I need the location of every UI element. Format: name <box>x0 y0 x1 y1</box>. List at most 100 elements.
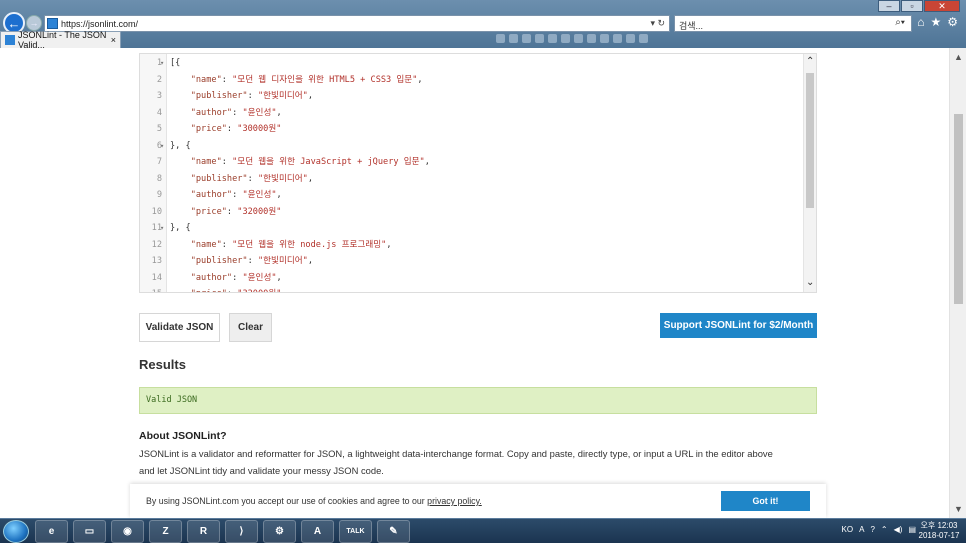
results-status: Valid JSON <box>139 387 817 414</box>
privacy-policy-link[interactable]: privacy policy. <box>427 496 482 506</box>
code-line[interactable]: 3 "publisher": "한빛미디어", <box>140 88 800 105</box>
json-punct: , <box>276 190 282 200</box>
minimize-icon[interactable]: – <box>878 0 900 12</box>
toolbar-icon[interactable] <box>548 33 557 43</box>
scroll-up-icon[interactable]: ⌃ <box>806 56 814 67</box>
ie-icon[interactable]: e <box>35 520 68 543</box>
code-line[interactable]: 9 "author": "윤인성", <box>140 187 800 204</box>
page-scroll-up-icon[interactable]: ▲ <box>954 52 963 62</box>
got-it-button[interactable]: Got it! <box>721 491 810 511</box>
fold-toggle-icon[interactable]: ▾ <box>160 138 164 155</box>
code-line[interactable]: 5 "price": "30000원" <box>140 121 800 138</box>
json-key: "publisher" <box>170 173 248 184</box>
toolbar-icon[interactable] <box>561 33 570 43</box>
code-line[interactable]: 8 "publisher": "한빛미디어", <box>140 171 800 188</box>
gear-icon[interactable]: ⚙ <box>947 15 958 29</box>
json-punct: : <box>232 272 243 283</box>
refresh-icon[interactable]: ▾ ↻ <box>650 18 665 29</box>
json-punct: , <box>276 272 282 283</box>
validate-json-button[interactable]: Validate JSON <box>139 313 220 342</box>
favorites-star-icon[interactable]: ★ <box>930 15 941 29</box>
json-key: "publisher" <box>170 91 248 101</box>
maximize-icon[interactable]: ▫ <box>901 0 923 12</box>
cookie-message: By using JSONLint.com you accept our use… <box>146 496 482 506</box>
paint-icon[interactable]: ✎ <box>377 520 410 543</box>
toolbar-icon[interactable] <box>613 33 622 43</box>
close-window-icon[interactable]: ✕ <box>924 0 960 12</box>
code-line[interactable]: 7 "name": "모던 웹을 위한 JavaScript + jQuery … <box>140 154 800 171</box>
browser-tab[interactable]: JSONLint - The JSON Valid... × <box>0 30 121 48</box>
page-scroll-thumb[interactable] <box>954 114 963 304</box>
code-line[interactable]: 1 ▾ [{ <box>140 55 800 72</box>
code-text: [{ <box>170 55 180 72</box>
tray-expand-icon[interactable]: ⌃ <box>881 525 888 534</box>
language-indicator[interactable]: KO <box>842 525 854 534</box>
toolbar-icon[interactable] <box>626 33 635 43</box>
home-icon[interactable]: ⌂ <box>917 15 924 29</box>
editor-scroll-thumb[interactable] <box>806 73 814 208</box>
toolbar-icon[interactable] <box>587 33 596 43</box>
forward-arrow-icon[interactable]: → <box>26 15 42 31</box>
code-text: "publisher": "한빛미디어", <box>170 88 313 105</box>
code-line[interactable]: 11 ▾}, { <box>140 220 800 237</box>
code-text: "author": "윤인성", <box>170 187 282 204</box>
json-editor[interactable]: 1 ▾[{2 "name": "모던 웹 디자인을 위한 HTML5 + CSS3… <box>139 53 817 293</box>
fold-toggle-icon[interactable]: ▾ <box>160 220 164 237</box>
code-line[interactable]: 2 "name": "모던 웹 디자인을 위한 HTML5 + CSS3 입문"… <box>140 72 800 89</box>
search-icon[interactable]: ⌕▾ <box>895 17 905 28</box>
acrobat-icon[interactable]: A <box>301 520 334 543</box>
page-scroll-down-icon[interactable]: ▼ <box>954 504 963 514</box>
code-line[interactable]: 14 "author": "윤인성", <box>140 270 800 287</box>
toolbar-icon[interactable] <box>535 33 544 43</box>
line-number: 12 <box>151 239 162 250</box>
scroll-down-icon[interactable]: ⌄ <box>806 277 814 288</box>
clock[interactable]: 오후 12:03 2018-07-17 <box>918 521 960 541</box>
editor-scrollbar[interactable]: ⌃ ⌄ <box>803 54 816 292</box>
filezilla-icon[interactable]: Z <box>149 520 182 543</box>
app-icon[interactable]: ⚙ <box>263 520 296 543</box>
json-key: "price" <box>170 124 227 134</box>
line-number: 7 <box>156 157 162 167</box>
code-line[interactable]: 15 "price": "32000원" <box>140 286 800 292</box>
toolbar-icon[interactable] <box>600 33 609 43</box>
code-line[interactable]: 12 "name": "모던 웹을 위한 node.js 프로그래밍", <box>140 237 800 254</box>
chrome-icon[interactable]: ◉ <box>111 520 144 543</box>
volume-icon[interactable]: ◀) <box>894 525 903 534</box>
toolbar-icon[interactable] <box>639 33 648 43</box>
support-jsonlint-button[interactable]: Support JSONLint for $2/Month <box>660 313 817 338</box>
address-bar[interactable]: https://jsonlint.com/ ▾ ↻ <box>44 15 670 32</box>
code-line[interactable]: 4 "author": "윤인성", <box>140 105 800 122</box>
toolbar-icon[interactable] <box>522 33 531 43</box>
toolbar-icon[interactable] <box>574 33 583 43</box>
json-key: "author" <box>170 190 233 200</box>
r-icon[interactable]: R <box>187 520 220 543</box>
json-string: "모던 웹을 위한 JavaScript + jQuery 입문" <box>232 157 425 167</box>
browser-toolbar <box>490 31 966 45</box>
line-number: 3 <box>156 91 162 101</box>
help-icon[interactable]: ? <box>870 525 874 534</box>
code-line[interactable]: 13 "publisher": "한빛미디어", <box>140 253 800 270</box>
results-heading: Results <box>139 357 186 372</box>
kakaotalk-icon[interactable]: TALK <box>339 520 372 543</box>
vscode-icon[interactable]: ⟩ <box>225 520 258 543</box>
toolbar-icon[interactable] <box>509 33 518 43</box>
code-text: "publisher": "한빛미디어", <box>170 171 313 188</box>
code-line[interactable]: 10 "price": "32000원" <box>140 204 800 221</box>
clear-button[interactable]: Clear <box>229 313 272 342</box>
json-punct: }, { <box>170 223 191 233</box>
code-line[interactable]: 6 ▾}, { <box>140 138 800 155</box>
fold-toggle-icon[interactable]: ▾ <box>160 55 164 72</box>
json-punct: : <box>226 206 238 217</box>
tab-close-icon[interactable]: × <box>111 35 116 45</box>
search-input[interactable]: 검색... ⌕▾ <box>674 15 912 32</box>
page-scrollbar[interactable]: ▲ ▼ <box>949 48 966 518</box>
ime-icon[interactable]: A <box>859 525 864 534</box>
json-string: "한빛미디어" <box>257 91 308 101</box>
address-url[interactable]: https://jsonlint.com/ <box>61 19 138 29</box>
start-button[interactable] <box>3 520 29 543</box>
json-punct: : <box>247 173 258 184</box>
toolbar-icon[interactable] <box>496 33 505 43</box>
network-icon[interactable]: ▤ <box>908 525 916 534</box>
explorer-icon[interactable]: ▭ <box>73 520 106 543</box>
line-number: 8 <box>156 173 162 184</box>
